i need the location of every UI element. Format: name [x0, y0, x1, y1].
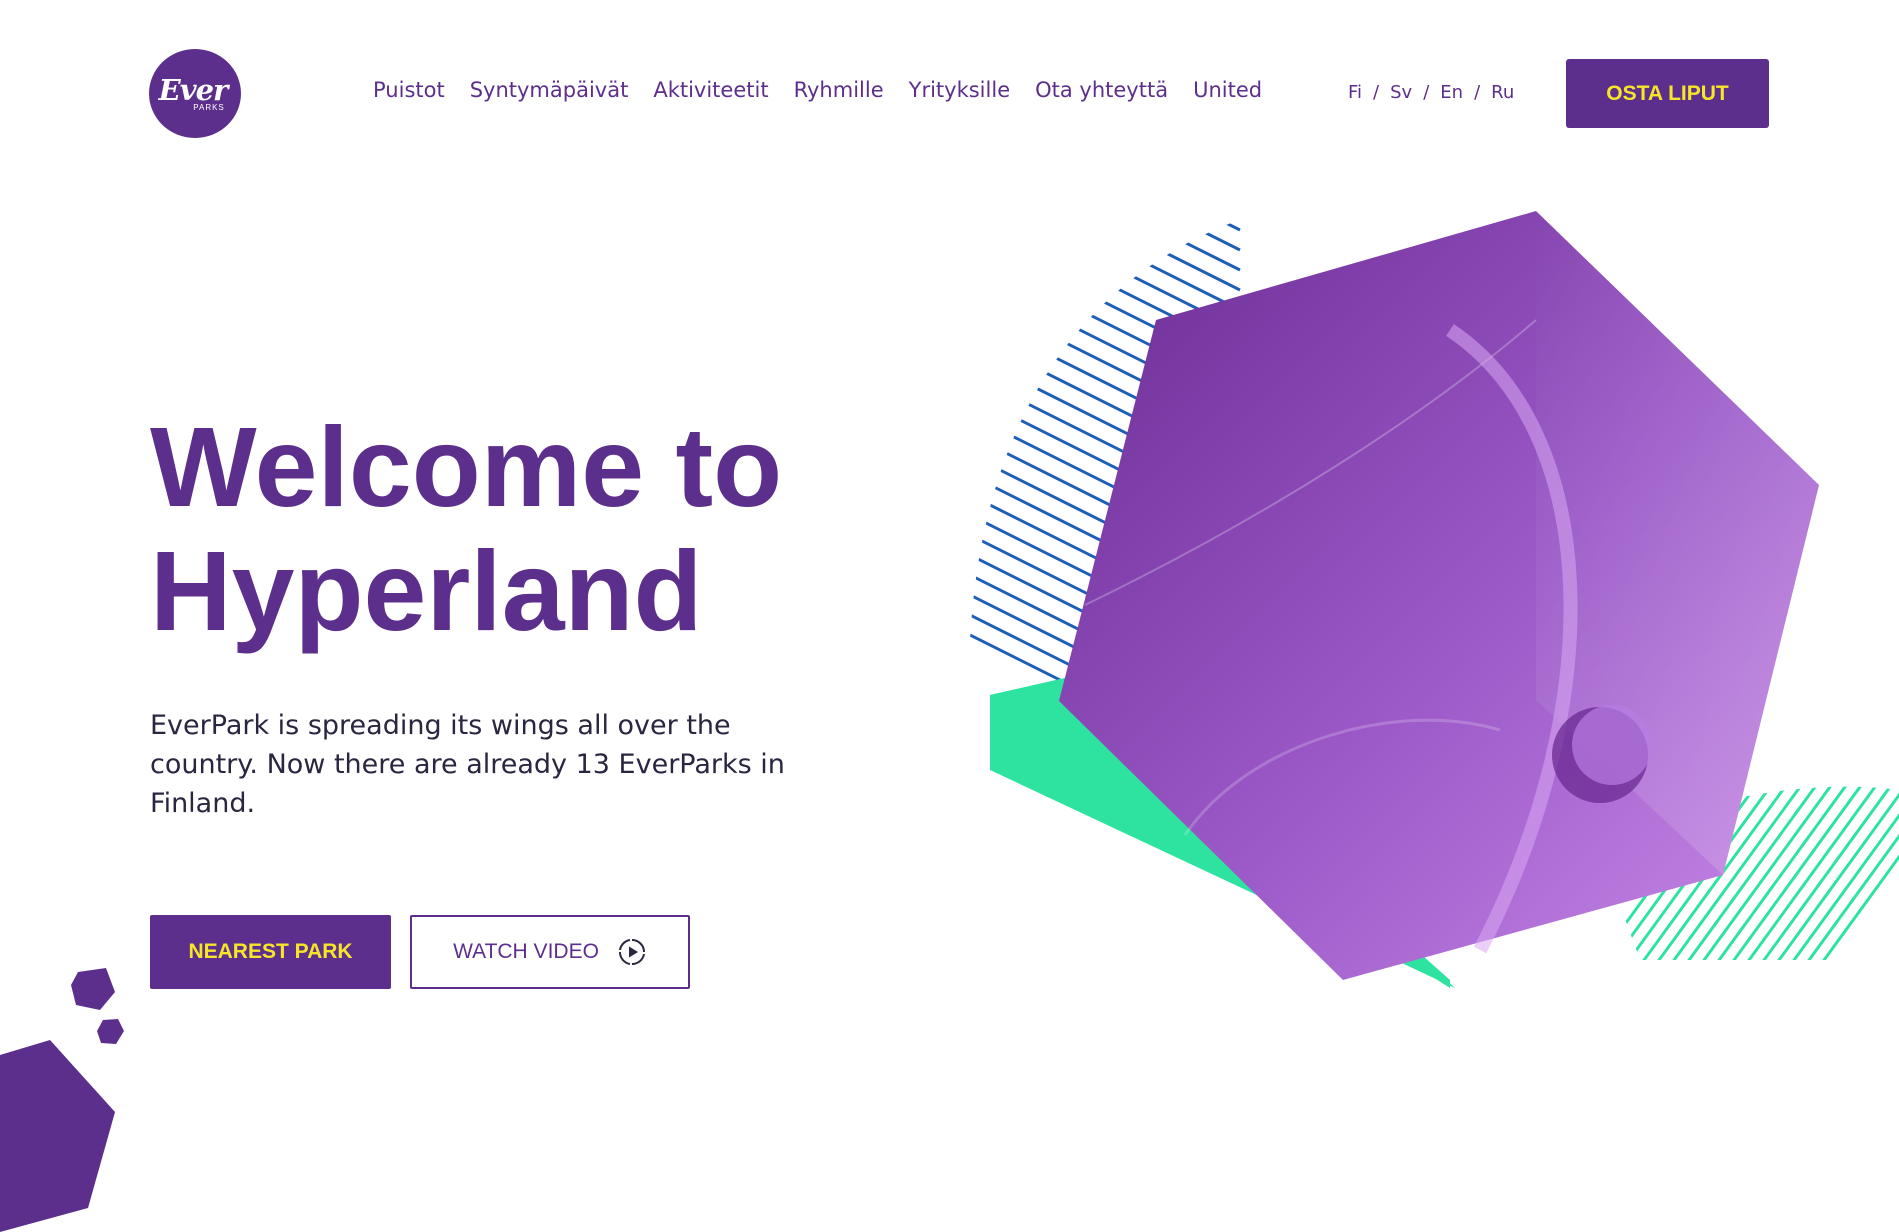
- lang-en[interactable]: En: [1440, 82, 1463, 103]
- lang-separator: /: [1423, 82, 1430, 103]
- play-circle-icon: [618, 939, 645, 966]
- nav-item-yrityksille[interactable]: Yrityksille: [909, 78, 1010, 102]
- lang-ru[interactable]: Ru: [1491, 82, 1514, 103]
- nav-item-syntymapaivat[interactable]: Syntymäpäivät: [470, 78, 629, 102]
- nav-item-puistot[interactable]: Puistot: [373, 78, 445, 102]
- lang-sv[interactable]: Sv: [1390, 82, 1412, 103]
- nearest-park-button[interactable]: NEAREST PARK: [150, 915, 391, 989]
- tiny-hexagon-decoration: [97, 1019, 124, 1044]
- purple-cube-decoration: [1059, 211, 1819, 980]
- main-nav: Puistot Syntymäpäivät Aktiviteetit Ryhmi…: [373, 78, 1262, 102]
- lang-separator: /: [1373, 82, 1380, 103]
- page: Ever PARKS Puistot Syntymäpäivät Aktivit…: [0, 0, 1899, 1232]
- watch-video-button[interactable]: WATCH VIDEO: [410, 915, 690, 989]
- green-shape-decoration: [990, 670, 1450, 988]
- nav-item-united[interactable]: United: [1193, 78, 1262, 102]
- nav-item-ryhmille[interactable]: Ryhmille: [794, 78, 884, 102]
- nav-item-ota-yhteytta[interactable]: Ota yhteyttä: [1035, 78, 1168, 102]
- lang-separator: /: [1474, 82, 1481, 103]
- buy-tickets-button[interactable]: OSTA LIPUT: [1566, 59, 1769, 128]
- small-hexagon-decoration: [71, 968, 115, 1010]
- hero-title-line1: Welcome to: [150, 404, 783, 530]
- hero-title: Welcome to Hyperland: [150, 405, 850, 653]
- everparks-logo[interactable]: Ever PARKS: [149, 49, 241, 138]
- lang-fi[interactable]: Fi: [1348, 82, 1362, 103]
- hero-title-line2: Hyperland: [150, 528, 703, 654]
- language-switcher: Fi / Sv / En / Ru: [1348, 82, 1514, 103]
- nav-item-aktiviteetit[interactable]: Aktiviteetit: [653, 78, 768, 102]
- blue-stripes-decoration: [970, 190, 1241, 720]
- large-hexagon-decoration: [0, 1040, 115, 1232]
- logo-sub: PARKS: [193, 102, 225, 112]
- logo-word: Ever: [158, 72, 229, 107]
- hero-description: EverPark is spreading its wings all over…: [150, 710, 785, 819]
- watch-video-label: WATCH VIDEO: [453, 940, 599, 963]
- green-stripes-decoration: [1600, 786, 1899, 960]
